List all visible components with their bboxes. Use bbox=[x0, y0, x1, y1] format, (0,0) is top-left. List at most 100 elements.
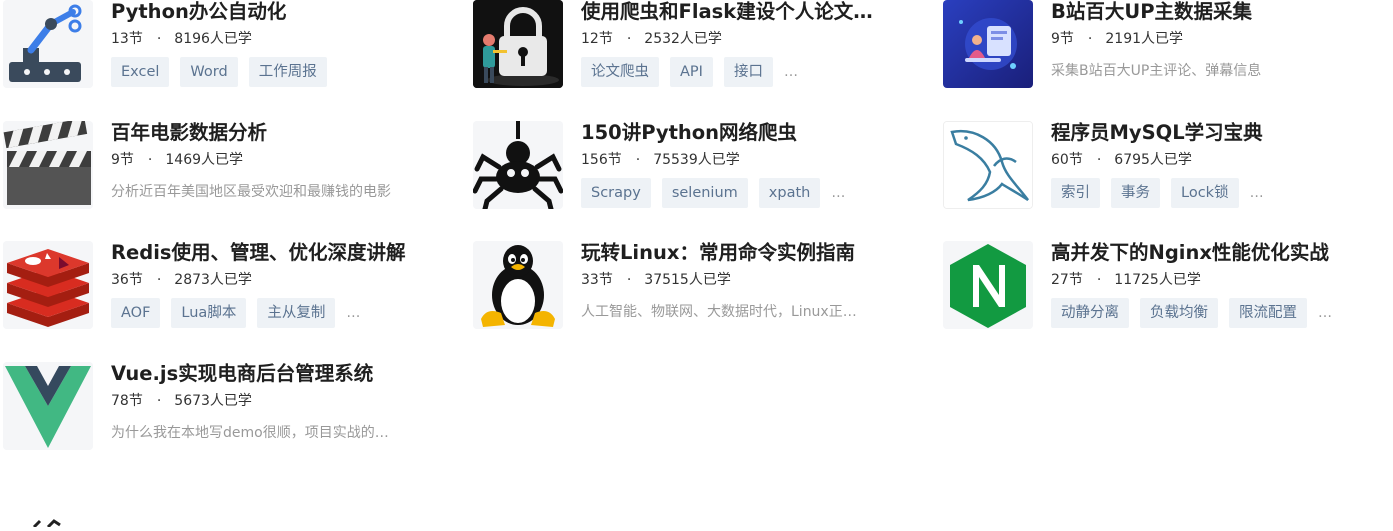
course-tag[interactable]: Word bbox=[180, 57, 238, 87]
course-tag[interactable]: 工作周报 bbox=[248, 57, 327, 87]
nginx-hexagon-icon bbox=[943, 241, 1033, 329]
meta-separator: · bbox=[1087, 31, 1093, 47]
learner-count: 37515人已学 bbox=[644, 272, 731, 288]
tag-list: Scrapy selenium xpath… bbox=[581, 178, 901, 208]
course-thumbnail-clapperboard[interactable] bbox=[3, 121, 93, 209]
course-tag[interactable]: 主从复制 bbox=[257, 298, 336, 328]
more-tags-ellipsis: … bbox=[1318, 305, 1333, 321]
more-tags-ellipsis: … bbox=[1249, 185, 1265, 201]
learner-count: 2873人已学 bbox=[174, 272, 252, 288]
course-card[interactable]: 玩转Linux：常用命令实例指南 33节 · 37515人已学 人工智能、物联网、大… bbox=[470, 241, 910, 336]
meta-separator: · bbox=[635, 152, 641, 168]
course-description: 采集B站百大UP主评论、弹幕信息 bbox=[1051, 63, 1262, 79]
learner-count: 75539人已学 bbox=[653, 152, 740, 168]
course-tag[interactable]: 负载均衡 bbox=[1140, 298, 1218, 328]
course-thumbnail-lock[interactable] bbox=[473, 0, 563, 88]
course-tag[interactable]: Scrapy bbox=[581, 178, 651, 208]
course-thumbnail-nginx[interactable] bbox=[943, 241, 1033, 329]
course-card[interactable]: 程序员MySQL学习宝典 60节 · 6795人已学 索引 事务 Lock锁 … bbox=[940, 121, 1380, 216]
learner-count: 8196人已学 bbox=[174, 31, 252, 47]
course-meta: 9节 · 2191人已学 bbox=[1051, 30, 1371, 48]
course-thumbnail-bilibili[interactable] bbox=[943, 0, 1033, 88]
learner-count: 2532人已学 bbox=[644, 31, 722, 47]
course-tag[interactable]: 限流配置 bbox=[1229, 298, 1307, 328]
lesson-count: 33节 bbox=[581, 272, 613, 288]
course-card[interactable]: B站百大UP主数据采集 9节 · 2191人已学 采集B站百大UP主评论、弹幕信息 bbox=[940, 0, 1380, 95]
meta-separator: · bbox=[147, 152, 153, 168]
course-tag[interactable]: Lock锁 bbox=[1171, 178, 1239, 208]
course-tag[interactable]: selenium bbox=[661, 178, 748, 208]
course-tag[interactable]: xpath bbox=[758, 178, 821, 208]
course-title[interactable]: Python办公自动化 bbox=[111, 0, 431, 25]
course-title[interactable]: 150讲Python网络爬虫 bbox=[581, 120, 901, 146]
course-thumbnail-linux[interactable] bbox=[473, 241, 563, 329]
course-thumbnail-vue[interactable] bbox=[3, 362, 93, 450]
course-title[interactable]: 使用爬虫和Flask建设个人论文… bbox=[581, 0, 901, 25]
course-title[interactable]: 程序员MySQL学习宝典 bbox=[1051, 120, 1371, 146]
meta-separator: · bbox=[156, 31, 162, 47]
more-tags-ellipsis: … bbox=[346, 305, 362, 321]
course-card[interactable]: 150讲Python网络爬虫 156节 · 75539人已学 Scrapy selen… bbox=[470, 121, 910, 216]
course-meta: 9节 · 1469人已学 bbox=[111, 151, 431, 169]
learner-count: 2191人已学 bbox=[1105, 31, 1184, 47]
course-thumbnail-mysql[interactable] bbox=[943, 121, 1033, 209]
more-tags-ellipsis: … bbox=[783, 64, 799, 80]
course-tag[interactable]: 论文爬虫 bbox=[581, 57, 659, 87]
tag-list: 动静分离 负载均衡 限流配置 … bbox=[1051, 298, 1371, 328]
course-title[interactable]: 百年电影数据分析 bbox=[111, 120, 431, 146]
spider-icon bbox=[473, 121, 563, 209]
clapperboard-icon bbox=[3, 121, 93, 209]
course-title[interactable]: 高并发下的Nginx性能优化实战 bbox=[1051, 240, 1371, 266]
lesson-count: 13节 bbox=[111, 31, 143, 47]
tag-list: 论文爬虫 API 接口 … bbox=[581, 57, 901, 87]
dolphin-icon bbox=[944, 122, 1032, 208]
lesson-count: 9节 bbox=[1051, 31, 1074, 47]
course-title[interactable]: 玩转Linux：常用命令实例指南 bbox=[581, 240, 901, 266]
course-card[interactable]: Python办公自动化 13节 · 8196人已学 Excel Word 工作周报 bbox=[0, 0, 440, 95]
course-title[interactable]: Vue.js实现电商后台管理系统 bbox=[111, 361, 431, 387]
lesson-count: 156节 bbox=[581, 152, 622, 168]
course-card[interactable]: Vue.js实现电商后台管理系统 78节 · 5673人已学 为什么我在本地写dem… bbox=[0, 362, 440, 457]
course-tag[interactable]: 动静分离 bbox=[1051, 298, 1129, 328]
course-tag[interactable]: AOF bbox=[111, 298, 161, 328]
course-tag[interactable]: Lua脚本 bbox=[171, 298, 247, 328]
meta-separator: · bbox=[156, 272, 162, 288]
lesson-count: 60节 bbox=[1051, 152, 1083, 168]
course-thumbnail-robot-arm[interactable] bbox=[3, 0, 93, 88]
course-tag[interactable]: 事务 bbox=[1111, 178, 1160, 208]
lesson-count: 78节 bbox=[111, 393, 143, 409]
course-meta: 12节 · 2532人已学 bbox=[581, 30, 901, 48]
course-tag[interactable]: Excel bbox=[111, 57, 170, 87]
course-thumbnail-redis[interactable] bbox=[3, 241, 93, 329]
course-meta: 27节 · 11725人已学 bbox=[1051, 271, 1371, 289]
course-tag[interactable]: 接口 bbox=[723, 57, 773, 87]
person-laptop-icon bbox=[943, 0, 1033, 88]
course-tag[interactable]: 索引 bbox=[1051, 178, 1100, 208]
course-description: 分析近百年美国地区最受欢迎和最赚钱的电影 bbox=[111, 184, 391, 200]
course-description: 人工智能、物联网、大数据时代，Linux正… bbox=[581, 304, 857, 320]
course-title[interactable]: B站百大UP主数据采集 bbox=[1051, 0, 1371, 25]
course-thumbnail-spider[interactable] bbox=[473, 121, 563, 209]
meta-separator: · bbox=[1096, 272, 1102, 288]
lesson-count: 9节 bbox=[111, 152, 134, 168]
meta-separator: · bbox=[1096, 152, 1102, 168]
course-meta: 36节 · 2873人已学 bbox=[111, 271, 431, 289]
lock-icon bbox=[473, 0, 563, 88]
course-card[interactable]: 使用爬虫和Flask建设个人论文… 12节 · 2532人已学 论文爬虫 API 接口… bbox=[470, 0, 910, 95]
meta-separator: · bbox=[626, 272, 632, 288]
robot-arm-icon bbox=[3, 0, 93, 88]
lesson-count: 36节 bbox=[111, 272, 143, 288]
meta-separator: · bbox=[156, 393, 162, 409]
learner-count: 11725人已学 bbox=[1114, 272, 1201, 288]
course-card[interactable]: Redis使用、管理、优化深度讲解 36节 · 2873人已学 AOF Lua脚本 主从… bbox=[0, 241, 440, 336]
course-card[interactable]: 百年电影数据分析 9节 · 1469人已学 分析近百年美国地区最受欢迎和最赚钱的电影 bbox=[0, 121, 440, 216]
tag-list: Excel Word 工作周报 bbox=[111, 57, 431, 87]
course-title[interactable]: Redis使用、管理、优化深度讲解 bbox=[111, 240, 431, 266]
vue-logo-icon bbox=[3, 362, 93, 450]
meta-separator: · bbox=[626, 31, 632, 47]
learner-count: 1469人已学 bbox=[165, 152, 244, 168]
course-tag[interactable]: API bbox=[670, 57, 713, 87]
course-card[interactable]: 高并发下的Nginx性能优化实战 27节 · 11725人已学 动静分离 负载均衡 限流… bbox=[940, 241, 1380, 336]
tux-penguin-icon bbox=[473, 241, 563, 329]
learner-count: 6795人已学 bbox=[1114, 152, 1192, 168]
